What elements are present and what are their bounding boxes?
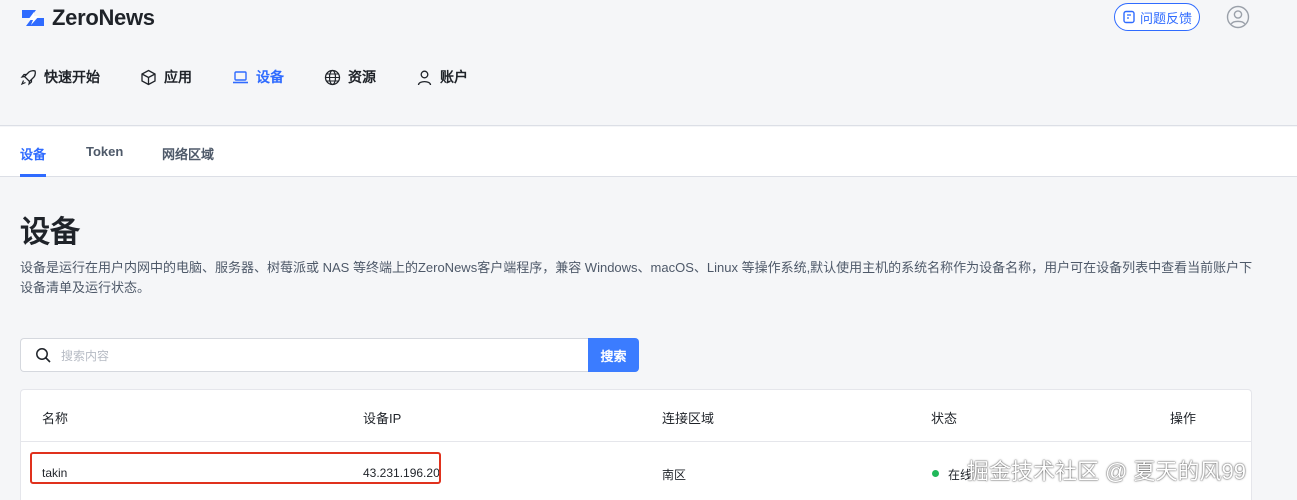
column-header-name: 名称 [42,411,69,426]
highlight-annotation [30,452,441,484]
nav-label: 设备 [256,69,284,85]
column-header-device-ip: 设备IP [363,411,402,426]
tab-network-zone[interactable]: 网络区域 [162,144,214,163]
tab-token[interactable]: Token [86,144,123,159]
logo-text: ZeroNews [52,5,155,30]
search-button[interactable]: 搜索 [588,338,639,372]
nav-item-devices[interactable]: 设备 [232,66,284,88]
page-title: 设备 [20,216,80,249]
search-box [20,338,588,372]
column-header-status: 状态 [931,411,958,426]
device-region-cell: 南区 [662,468,687,482]
search-icon [36,348,51,363]
nav-item-resources[interactable]: 资源 [324,66,376,88]
nav-label: 账户 [440,69,468,85]
online-status-dot [932,470,939,477]
laptop-icon [233,70,248,83]
rocket-icon [20,69,36,85]
feedback-label: 问题反馈 [1139,10,1192,26]
app-logo[interactable]: ZeroNews [20,5,155,30]
device-subtabs: 设备 Token 网络区域 [0,127,1297,177]
table-divider [21,441,1251,442]
globe-icon [324,69,341,85]
nav-label: 应用 [164,69,192,85]
logo-icon [22,10,44,26]
column-header-actions: 操作 [1170,411,1197,426]
main-nav: 快速开始 应用 设备 资源 账户 [20,66,508,88]
feedback-icon [1123,10,1135,24]
search-input[interactable] [61,346,561,366]
user-icon [417,70,432,85]
feedback-button[interactable]: 问题反馈 [1114,3,1200,31]
page-description: 设备是运行在用户内网中的电脑、服务器、树莓派或 NAS 等终端上的ZeroNew… [20,260,1253,295]
top-header: ZeroNews 问题反馈 快速开始 应用 设备 资源 账户 [0,0,1297,126]
column-header-region: 连接区域 [662,411,715,426]
active-tab-indicator [20,174,46,177]
nav-item-apps[interactable]: 应用 [140,66,192,88]
user-avatar-icon[interactable] [1226,5,1250,29]
tab-devices[interactable]: 设备 [20,144,46,163]
nav-label: 资源 [348,69,376,85]
watermark-text: 掘金技术社区 @ 夏天的风99 [967,459,1247,484]
cube-icon [141,69,156,85]
nav-item-quickstart[interactable]: 快速开始 [20,66,100,88]
nav-label: 快速开始 [44,69,100,85]
nav-item-account[interactable]: 账户 [416,66,468,88]
